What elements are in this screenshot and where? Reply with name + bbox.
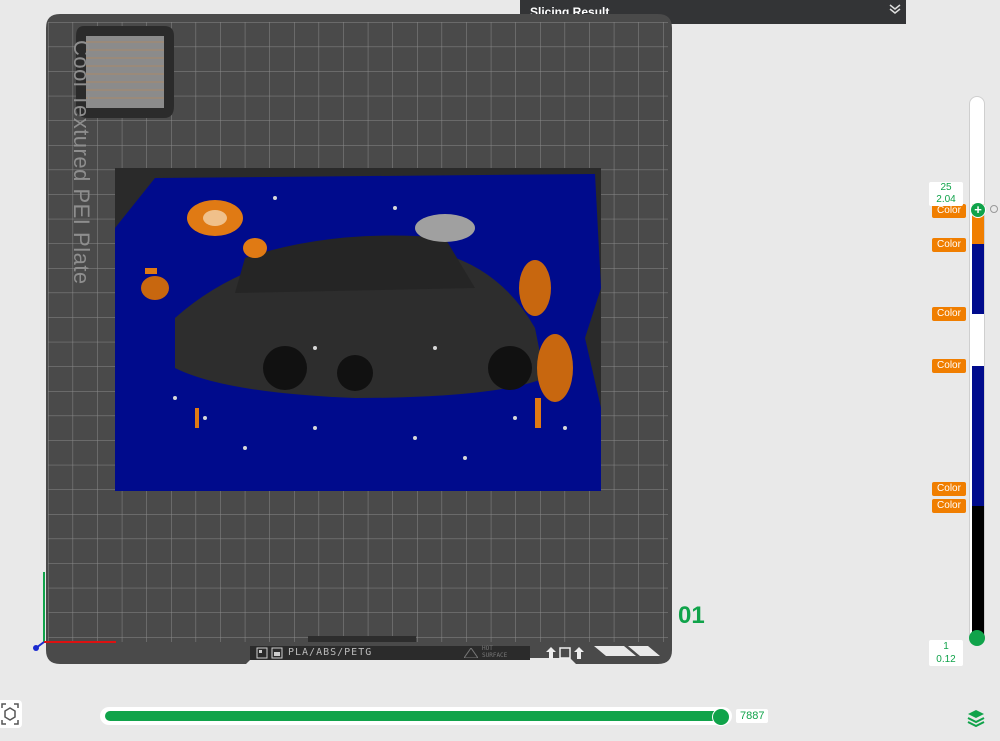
- move-slider-thumb[interactable]: [712, 708, 730, 726]
- hot-surface-line-1: HOT: [482, 645, 493, 652]
- top-layer-label: 25 2.04: [929, 182, 963, 206]
- color-change-tag[interactable]: Color: [932, 359, 966, 373]
- layer-color-black: [972, 506, 984, 636]
- color-change-tag[interactable]: Color: [932, 499, 966, 513]
- double-chevron-down-icon[interactable]: [888, 0, 902, 24]
- plate-type-label: Cool Textured PEI Plate: [69, 40, 94, 285]
- hot-surface-label: HOT SURFACE: [482, 645, 507, 659]
- warning-icon: [463, 647, 479, 663]
- move-slider-fill: [105, 711, 721, 721]
- layer-color-white: [972, 314, 984, 366]
- color-change-tag[interactable]: Color: [932, 238, 966, 252]
- layer-color-blue: [972, 244, 984, 314]
- bottom-layer-label: 1 0.12: [929, 640, 963, 666]
- add-color-change-icon[interactable]: +: [970, 202, 986, 218]
- hot-surface-line-2: SURFACE: [482, 652, 508, 659]
- bottom-layer-height: 0.12: [936, 654, 956, 665]
- move-slider-value: 7887: [736, 709, 769, 723]
- layers-icon[interactable]: [964, 706, 988, 730]
- layer-color-orange: [972, 214, 984, 244]
- top-layer-number: 25: [940, 182, 952, 193]
- color-change-tag[interactable]: Color: [932, 204, 966, 218]
- color-change-tag[interactable]: Color: [932, 307, 966, 321]
- plate-info-strip: PLA/ABS/PETG HOT SURFACE: [250, 645, 530, 663]
- axis-gizmo: [33, 572, 116, 651]
- layer-color-blue-2: [972, 366, 984, 506]
- reset-view-icon[interactable]: [0, 700, 22, 728]
- color-change-tag[interactable]: Color: [932, 482, 966, 496]
- top-layer-height: 2.04: [936, 194, 956, 205]
- gear-icon[interactable]: [990, 205, 998, 213]
- bottom-layer-number: 1: [943, 641, 949, 652]
- plate-type-icon: [256, 647, 284, 664]
- plate-number: 01: [678, 602, 705, 629]
- bottom-layer-thumb[interactable]: [969, 630, 985, 646]
- upload-icons: [546, 647, 584, 659]
- sliced-model-preview[interactable]: [115, 168, 601, 491]
- material-label: PLA/ABS/PETG: [288, 647, 373, 658]
